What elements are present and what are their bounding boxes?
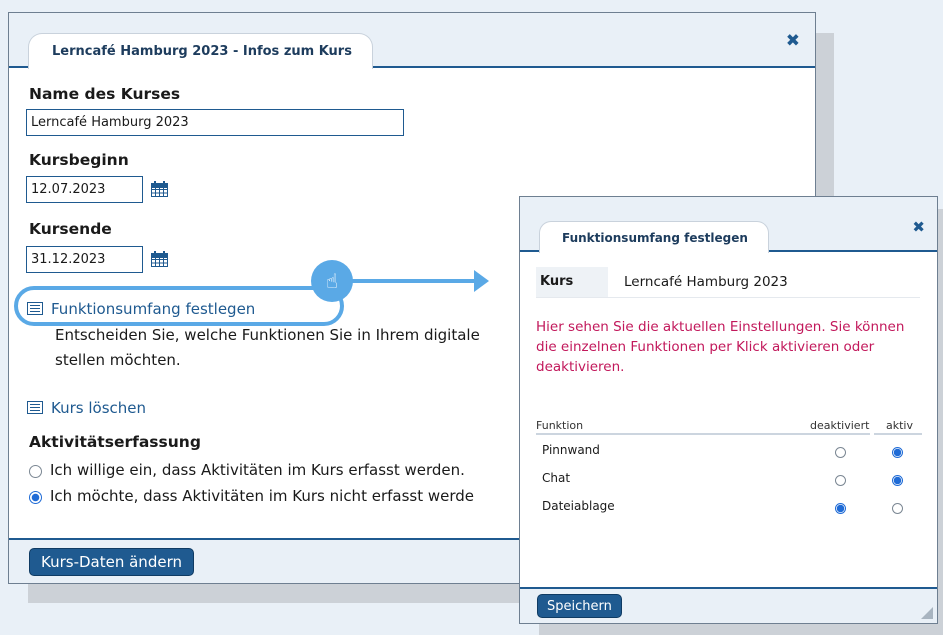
arrow-line [350, 279, 477, 283]
resize-grip-icon[interactable] [921, 607, 933, 619]
consent-no-label: Ich möchte, dass Aktivitäten im Kurs nic… [50, 487, 475, 505]
dateiablage-active-radio[interactable] [892, 503, 903, 514]
dialog-header: Funktionsumfang festlegen ✖ [520, 197, 937, 253]
header-rule [874, 433, 922, 435]
info-message: Hier sehen Sie die aktuellen Einstellung… [536, 319, 905, 375]
save-button[interactable]: Speichern [537, 594, 622, 618]
calendar-icon[interactable] [151, 251, 168, 267]
chat-active-radio[interactable] [892, 475, 903, 486]
course-start-label: Kursbeginn [29, 151, 129, 169]
column-header-function: Funktion [536, 419, 584, 432]
course-value: Lerncafé Hamburg 2023 [624, 274, 788, 290]
header-rule [536, 433, 870, 435]
consent-yes-label: Ich willige ein, dass Aktivitäten im Kur… [50, 461, 465, 479]
dialog-header: Lerncafé Hamburg 2023 - Infos zum Kurs ✖ [9, 13, 815, 69]
delete-course-link-label: Kurs löschen [51, 399, 146, 417]
function-scope-dialog: Funktionsumfang festlegen ✖ Kurs Lerncaf… [519, 196, 938, 624]
activity-tracking-heading: Aktivitätserfassung [29, 433, 201, 451]
delete-course-link[interactable]: Kurs löschen [27, 399, 146, 417]
function-scope-description-2: stellen möchten. [55, 351, 181, 369]
column-header-inactive: deaktiviert [810, 419, 870, 432]
close-icon[interactable]: ✖ [786, 33, 800, 50]
course-end-label: Kursende [29, 220, 112, 238]
hand-pointer-icon: ☝ [311, 260, 353, 302]
course-row: Kurs Lerncafé Hamburg 2023 [536, 267, 920, 298]
close-icon[interactable]: ✖ [912, 220, 925, 235]
function-name-chat: Chat [542, 471, 571, 485]
dateiablage-inactive-radio[interactable] [835, 503, 846, 514]
dialog-footer: Speichern [520, 587, 937, 623]
course-label: Kurs [536, 267, 608, 297]
consent-yes-radio[interactable] [29, 465, 42, 478]
column-header-active: aktiv [886, 419, 913, 432]
link-highlight [14, 286, 344, 326]
calendar-icon[interactable] [151, 181, 168, 197]
dialog-tab-title: Funktionsumfang festlegen [539, 221, 769, 253]
course-end-input[interactable] [26, 246, 143, 273]
document-list-icon [27, 401, 43, 414]
function-name-pinnwand: Pinnwand [542, 443, 600, 457]
function-scope-description-1: Entscheiden Sie, welche Funktionen Sie i… [55, 326, 480, 344]
chat-inactive-radio[interactable] [835, 475, 846, 486]
dialog-tab-title: Lerncafé Hamburg 2023 - Infos zum Kurs [28, 33, 373, 69]
pinnwand-inactive-radio[interactable] [835, 447, 846, 458]
course-start-input[interactable] [26, 176, 143, 203]
change-course-data-button[interactable]: Kurs-Daten ändern [29, 548, 194, 576]
function-name-dateiablage: Dateiablage [542, 499, 615, 513]
course-name-input[interactable] [26, 109, 404, 136]
consent-no-radio[interactable] [29, 491, 42, 504]
pinnwand-active-radio[interactable] [892, 447, 903, 458]
course-name-label: Name des Kurses [29, 85, 181, 103]
arrow-head [474, 270, 489, 292]
